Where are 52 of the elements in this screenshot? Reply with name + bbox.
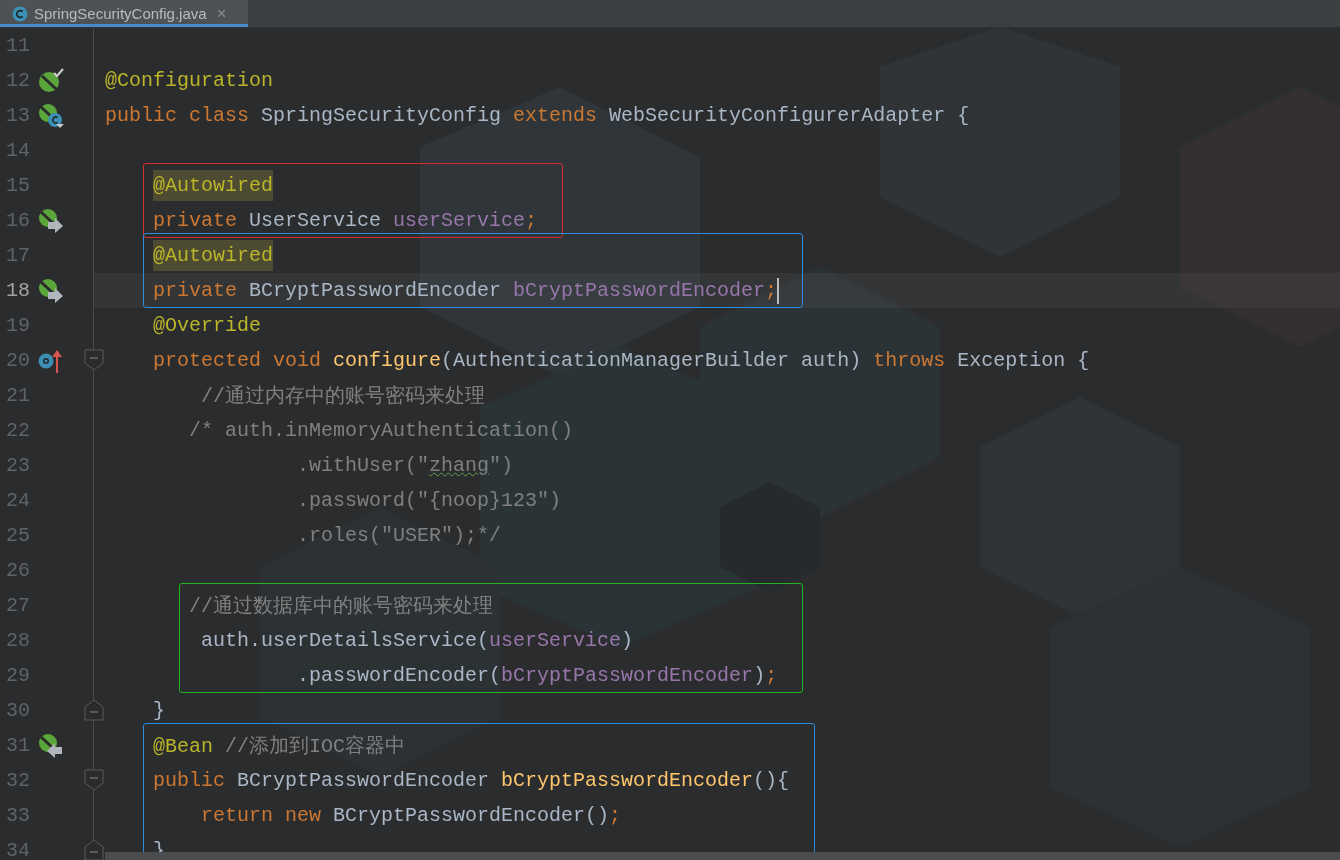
line-number: 13 bbox=[5, 104, 31, 127]
line-number: 20 bbox=[5, 349, 31, 372]
bean-arrow-right-icon bbox=[38, 277, 64, 304]
line-number: 28 bbox=[5, 629, 31, 652]
line-number: 15 bbox=[5, 174, 31, 197]
line-number: 14 bbox=[5, 139, 31, 162]
bean-arrow-left-icon bbox=[38, 732, 64, 759]
line-number: 32 bbox=[5, 769, 31, 792]
line-number: 27 bbox=[5, 594, 31, 617]
line-number: 33 bbox=[5, 804, 31, 827]
code-line: private BCryptPasswordEncoder bCryptPasswordEncoder; bbox=[153, 279, 778, 302]
line-number: 18 bbox=[5, 279, 31, 302]
file-tab[interactable]: SpringSecurityConfig.java × bbox=[0, 0, 248, 27]
bean-arrow-right-icon bbox=[38, 207, 64, 234]
line-number: 30 bbox=[5, 699, 31, 722]
fold-marker-icon[interactable] bbox=[84, 839, 104, 860]
line-number: 24 bbox=[5, 489, 31, 512]
bean-class-icon bbox=[38, 102, 64, 129]
line-number: 22 bbox=[5, 419, 31, 442]
line-number: 17 bbox=[5, 244, 31, 267]
bean-check-icon bbox=[38, 67, 64, 94]
code-line: /* auth.inMemoryAuthentication() bbox=[189, 419, 574, 442]
line-number: 19 bbox=[5, 314, 31, 337]
code-line: .roles("USER");*/ bbox=[297, 524, 502, 547]
code-line: public class SpringSecurityConfig extends WebSecurityConfigurerAdapter { bbox=[105, 104, 970, 127]
line-number: 11 bbox=[5, 34, 31, 57]
code-line: @Configuration bbox=[105, 69, 274, 92]
code-line: } bbox=[153, 699, 165, 722]
line-number: 29 bbox=[5, 664, 31, 687]
line-number: 21 bbox=[5, 384, 31, 407]
line-number: 12 bbox=[5, 69, 31, 92]
code-line: //通过数据库中的账号密码来处理 bbox=[189, 594, 493, 619]
line-number: 25 bbox=[5, 524, 31, 547]
close-icon[interactable]: × bbox=[216, 3, 227, 24]
code-line: @Override bbox=[153, 314, 262, 337]
code-line: @Bean //添加到IOC容器中 bbox=[153, 734, 406, 759]
code-line: public BCryptPasswordEncoder bCryptPasswordEncoder(){ bbox=[153, 769, 790, 792]
code-line: private UserService userService; bbox=[153, 209, 538, 232]
code-line: .password("{noop}123") bbox=[297, 489, 562, 512]
code-line: auth.userDetailsService(userService) bbox=[201, 629, 634, 652]
code-line: return new BCryptPasswordEncoder(); bbox=[201, 804, 622, 827]
code-line: .withUser("zhang") bbox=[297, 454, 514, 477]
horizontal-scrollbar[interactable] bbox=[105, 852, 1340, 860]
line-number: 34 bbox=[5, 839, 31, 860]
line-number: 16 bbox=[5, 209, 31, 232]
line-number: 23 bbox=[5, 454, 31, 477]
line-number: 26 bbox=[5, 559, 31, 582]
code-line: //通过内存中的账号密码来处理 bbox=[201, 384, 486, 409]
code-line: .passwordEncoder(bCryptPasswordEncoder); bbox=[297, 664, 778, 687]
class-file-icon bbox=[12, 5, 28, 22]
line-number: 31 bbox=[5, 734, 31, 757]
code-line: protected void configure(AuthenticationManagerBuilder auth) throws Exception { bbox=[153, 349, 1090, 372]
